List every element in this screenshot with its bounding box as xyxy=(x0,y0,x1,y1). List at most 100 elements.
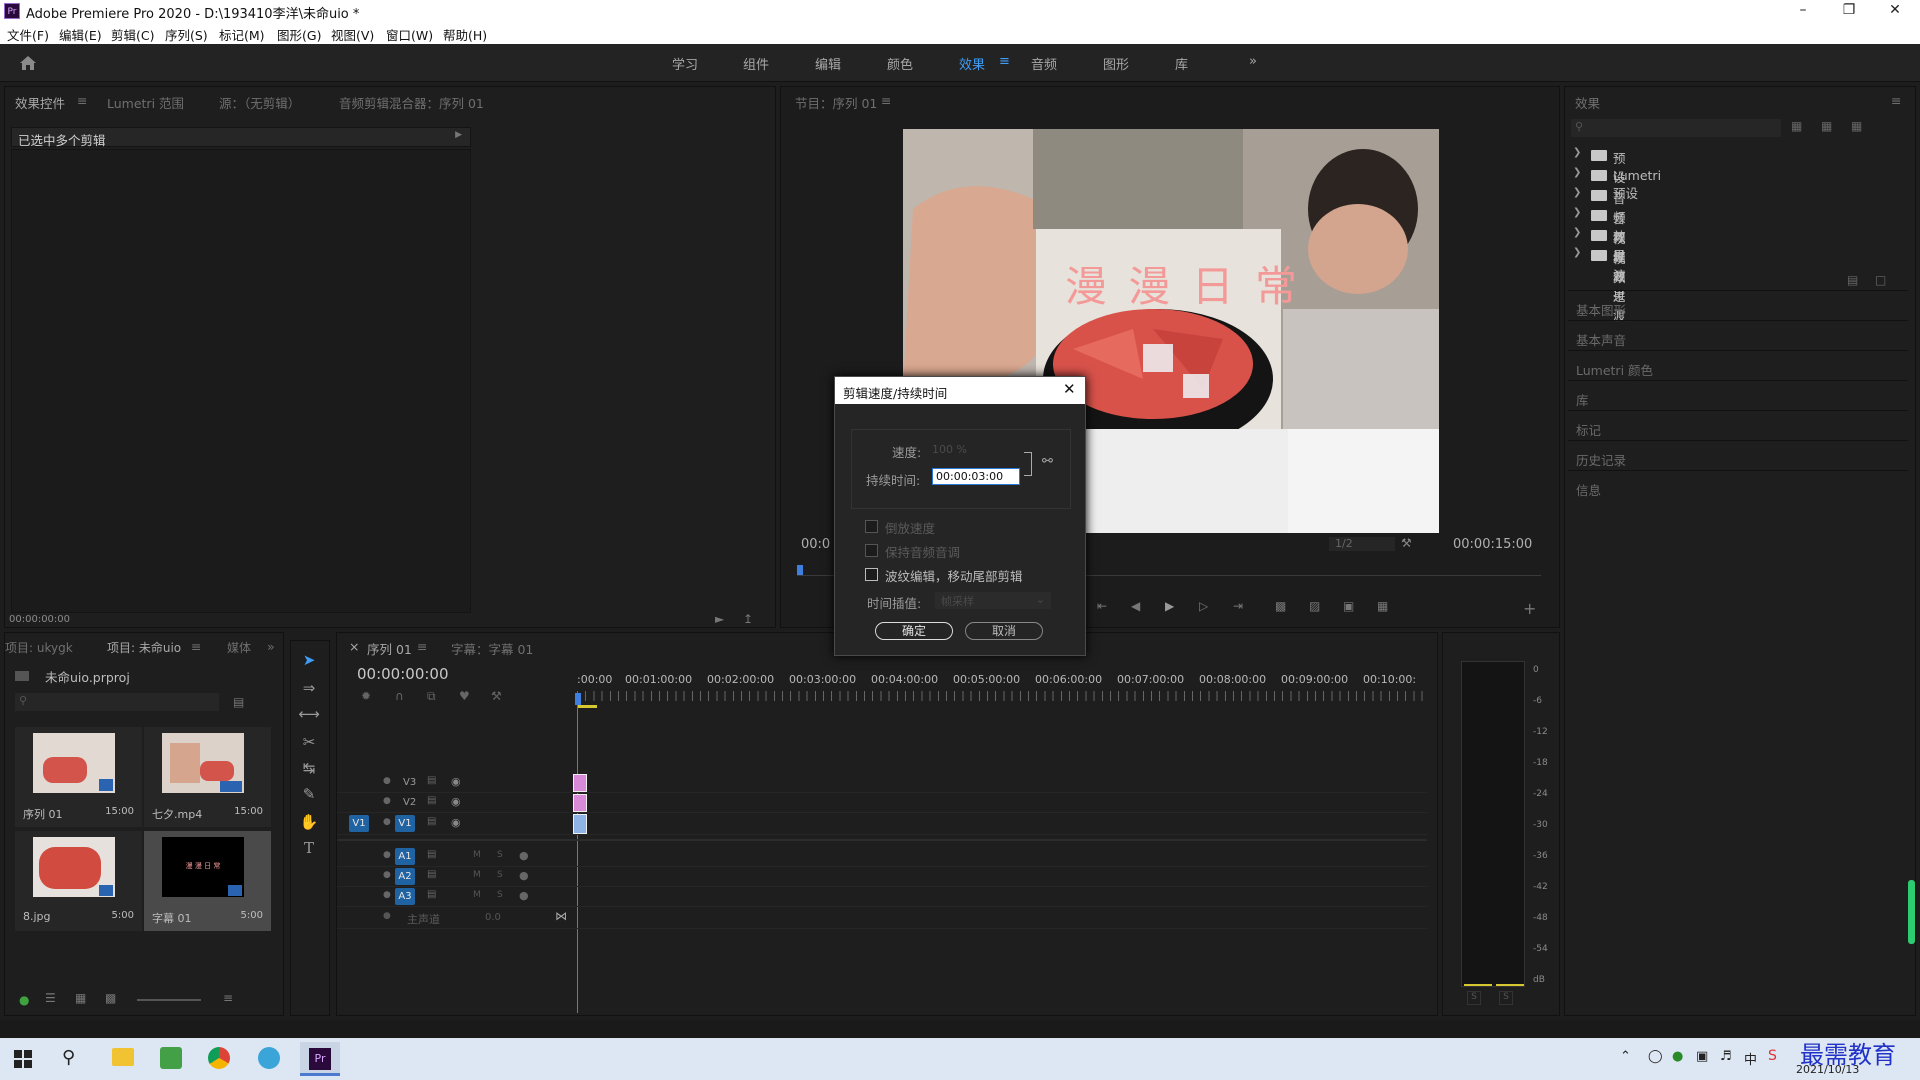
more-panels-icon[interactable]: » xyxy=(267,639,275,654)
tab-audio-clip-mixer[interactable]: 音频剪辑混合器：序列 01 xyxy=(339,93,484,112)
step-forward-icon[interactable]: ▷ xyxy=(1199,599,1208,613)
workspace-libraries[interactable]: 库 xyxy=(1175,54,1188,73)
eye-icon[interactable]: ◉ xyxy=(451,775,461,788)
freeform-view-icon[interactable]: ▩ xyxy=(105,991,116,1005)
add-marker-icon[interactable]: ♥ xyxy=(459,689,470,703)
linked-selection-icon[interactable]: ⧉ xyxy=(427,689,436,704)
project-item-title[interactable]: 漫 漫 日 常 字幕 01 5:00 xyxy=(144,831,271,931)
menu-graphics[interactable]: 图形(G) xyxy=(277,25,321,44)
selection-tool-icon[interactable]: ➤ xyxy=(297,651,321,673)
speed-value[interactable]: 100 % xyxy=(932,443,967,456)
ime-indicator[interactable]: 中 xyxy=(1744,1049,1757,1068)
section-libraries[interactable]: 库 xyxy=(1568,380,1908,410)
solo-button[interactable]: S xyxy=(497,890,503,900)
tab-source[interactable]: 源：（无剪辑） xyxy=(219,93,300,112)
export-icon[interactable]: ↥ xyxy=(743,612,753,626)
settings-wrench-icon[interactable]: ⚒ xyxy=(1401,536,1412,550)
go-to-out-icon[interactable]: ⇥ xyxy=(1233,599,1243,613)
close-window-button[interactable]: ✕ xyxy=(1872,0,1918,22)
mark-in-icon[interactable]: ⇤ xyxy=(1097,599,1107,613)
project-search-input[interactable]: ⚲ xyxy=(15,693,219,711)
tab-effect-controls[interactable]: 效果控件 xyxy=(15,93,65,112)
export-frame-icon[interactable]: ▣ xyxy=(1343,599,1354,613)
tab-menu-icon[interactable]: ≡ xyxy=(77,93,87,108)
track-target-a3[interactable]: A3 xyxy=(395,888,415,905)
hand-tool-icon[interactable]: ✋ xyxy=(297,813,321,835)
playhead-handle[interactable] xyxy=(575,693,581,705)
nest-icon[interactable]: ✹ xyxy=(361,689,371,703)
zoom-slider[interactable] xyxy=(137,999,201,1001)
eye-icon[interactable]: ◉ xyxy=(451,816,461,829)
menu-file[interactable]: 文件(F) xyxy=(7,25,49,44)
clip-v2[interactable] xyxy=(573,794,587,812)
new-bin-icon[interactable]: ▤ xyxy=(233,695,244,709)
tray-app-icon[interactable]: ● xyxy=(1672,1049,1683,1064)
ripple-edit-tool-icon[interactable]: ⟷ xyxy=(297,705,321,727)
time-ruler[interactable]: :00:00 00:01:00:00 00:02:00:00 00:03:00:… xyxy=(577,663,1437,713)
side-scroll-indicator[interactable] xyxy=(1908,880,1915,944)
lock-icon[interactable]: ● xyxy=(383,817,391,827)
tab-project-current[interactable]: 项目: 未命uio xyxy=(107,639,181,656)
menu-window[interactable]: 窗口(W) xyxy=(386,25,433,44)
add-button-icon[interactable]: + xyxy=(1523,599,1536,618)
timeline-settings-icon[interactable]: ⚒ xyxy=(491,689,502,703)
maintain-pitch-checkbox[interactable] xyxy=(865,544,878,557)
timeline-close-icon[interactable]: × xyxy=(349,639,359,654)
clip-v3[interactable] xyxy=(573,774,587,792)
lift-icon[interactable]: ▩ xyxy=(1275,599,1286,613)
ripple-edit-checkbox[interactable] xyxy=(865,568,878,581)
section-info[interactable]: 信息 xyxy=(1568,470,1908,500)
workspace-audio[interactable]: 音频 xyxy=(1031,54,1057,73)
delete-icon[interactable]: □ xyxy=(1875,273,1886,287)
play-icon[interactable]: ▶ xyxy=(1165,599,1174,613)
mute-button[interactable]: M xyxy=(473,890,481,900)
network-icon[interactable]: ◯ xyxy=(1648,1049,1663,1064)
track-select-tool-icon[interactable]: ⇒ xyxy=(297,679,321,701)
compare-view-icon[interactable]: ▦ xyxy=(1377,599,1388,613)
project-item-image[interactable]: 8.jpg 5:00 xyxy=(15,831,142,931)
lock-icon[interactable]: ● xyxy=(19,993,29,1007)
lock-icon[interactable]: ● xyxy=(383,911,391,921)
workspace-color[interactable]: 颜色 xyxy=(887,54,913,73)
browser-icon[interactable] xyxy=(258,1047,280,1069)
lock-icon[interactable]: ● xyxy=(383,870,391,880)
menu-help[interactable]: 帮助(H) xyxy=(443,25,487,44)
microphone-icon[interactable]: ● xyxy=(519,849,529,862)
interpolation-select[interactable]: 帧采样 ⌄ xyxy=(935,592,1051,609)
sync-lock-icon[interactable]: ▤ xyxy=(427,849,436,860)
program-menu-icon[interactable]: ≡ xyxy=(881,93,891,108)
new-bin-icon[interactable]: ▤ xyxy=(1847,273,1858,287)
display-icon[interactable]: ▣ xyxy=(1696,1049,1708,1064)
type-tool-icon[interactable]: T xyxy=(297,839,321,861)
ok-button[interactable]: 确定 xyxy=(875,622,953,640)
workspace-graphics[interactable]: 图形 xyxy=(1103,54,1129,73)
menu-clip[interactable]: 剪辑(C) xyxy=(111,25,154,44)
lock-icon[interactable]: ● xyxy=(383,850,391,860)
source-patch-v1[interactable]: V1 xyxy=(349,815,369,832)
work-area-bar[interactable] xyxy=(577,705,597,708)
pen-tool-icon[interactable]: ✎ xyxy=(297,785,321,807)
microphone-icon[interactable]: ● xyxy=(519,889,529,902)
master-volume-value[interactable]: 0.0 xyxy=(485,912,501,923)
section-essential-graphics[interactable]: 基本图形 xyxy=(1568,290,1908,320)
mute-button[interactable]: M xyxy=(473,870,481,880)
track-target-a2[interactable]: A2 xyxy=(395,868,415,885)
tab-sequence-01[interactable]: 序列 01 xyxy=(367,639,412,658)
sync-lock-icon[interactable]: ▤ xyxy=(427,889,436,900)
timeline-menu-icon[interactable]: ≡ xyxy=(417,639,427,654)
chrome-icon[interactable] xyxy=(208,1047,230,1069)
tab-title-01[interactable]: 字幕：字幕 01 xyxy=(451,639,533,658)
accelerated-effects-icon[interactable]: ▦ xyxy=(1791,119,1802,133)
timeline-timecode[interactable]: 00:00:00:00 xyxy=(357,665,449,683)
more-workspaces-icon[interactable]: » xyxy=(1249,54,1257,69)
menu-view[interactable]: 视图(V) xyxy=(331,25,374,44)
sync-lock-icon[interactable]: ▤ xyxy=(427,775,436,786)
workspace-assembly[interactable]: 组件 xyxy=(743,54,769,73)
volume-icon[interactable]: ♬ xyxy=(1720,1049,1732,1064)
solo-button[interactable]: S xyxy=(497,850,503,860)
restore-button[interactable]: ❐ xyxy=(1826,0,1872,22)
sync-lock-icon[interactable]: ▤ xyxy=(427,869,436,880)
snap-icon[interactable]: ∩ xyxy=(395,689,404,703)
32bit-effects-icon[interactable]: ▦ xyxy=(1821,119,1832,133)
search-icon[interactable]: ⚲ xyxy=(62,1047,75,1068)
